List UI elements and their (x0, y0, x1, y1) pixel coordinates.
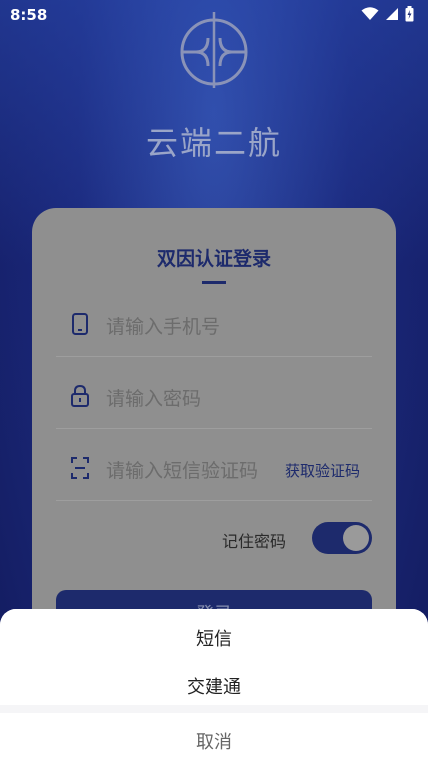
action-sheet-option-jiaojiantong[interactable]: 交建通 (0, 673, 428, 699)
action-sheet: 短信 交建通 取消 (0, 609, 428, 761)
action-sheet-option-sms[interactable]: 短信 (0, 625, 428, 651)
action-sheet-options: 短信 交建通 (0, 609, 428, 705)
action-sheet-cancel-button[interactable]: 取消 (0, 713, 428, 761)
